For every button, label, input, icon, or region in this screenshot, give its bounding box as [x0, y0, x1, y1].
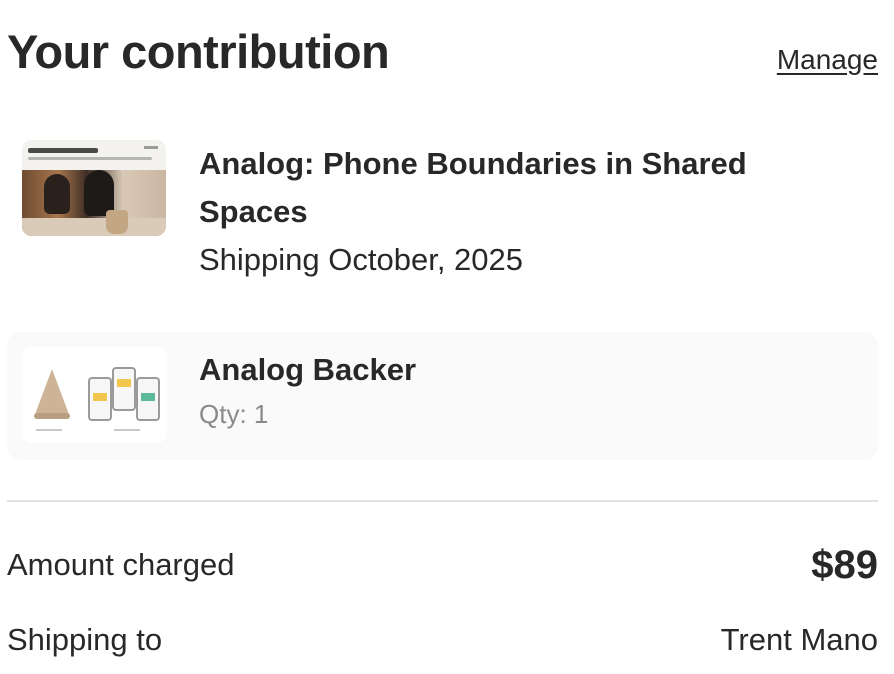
reward-quantity: Qty: 1 — [199, 399, 269, 429]
reward-image — [22, 347, 167, 443]
project-summary: Analog: Phone Boundaries in Shared Space… — [22, 140, 882, 290]
reward-image-phone — [112, 367, 136, 411]
project-image-person — [44, 174, 70, 214]
reward-image-phone — [88, 377, 112, 421]
project-image-logo — [144, 146, 158, 149]
amount-charged-value: $89 — [811, 543, 878, 587]
reward-image-device — [34, 369, 70, 417]
shipping-to-label: Shipping to — [7, 622, 163, 657]
project-image — [22, 140, 166, 236]
amount-charged-label: Amount charged — [7, 547, 235, 582]
amount-charged-row: Amount charged $89 — [7, 541, 878, 589]
contribution-header: Your contribution Manage — [7, 22, 878, 86]
reward-name: Analog Backer — [199, 352, 417, 387]
page-title: Your contribution — [7, 25, 390, 78]
project-image-table — [22, 218, 166, 236]
contribution-page: Your contribution Manage Analog: Phone B… — [0, 0, 894, 674]
project-name: Analog: Phone Boundaries in Shared Space… — [199, 146, 747, 229]
project-image-device — [106, 210, 128, 234]
divider — [7, 500, 878, 502]
project-image-banner — [22, 140, 166, 170]
reward-image-caption — [36, 429, 62, 431]
project-image-subline — [28, 157, 152, 160]
reward-image-caption — [114, 429, 140, 431]
reward-card: Analog Backer Qty: 1 — [7, 332, 878, 460]
project-shipping-date: Shipping October, 2025 — [199, 242, 524, 277]
shipping-to-row: Shipping to Trent Mano — [7, 616, 878, 664]
reward-image-phone — [136, 377, 160, 421]
shipping-to-value: Trent Mano — [720, 622, 878, 657]
reward-image-device-base — [34, 413, 70, 419]
manage-link[interactable]: Manage — [777, 42, 878, 78]
project-image-headline — [28, 148, 98, 153]
